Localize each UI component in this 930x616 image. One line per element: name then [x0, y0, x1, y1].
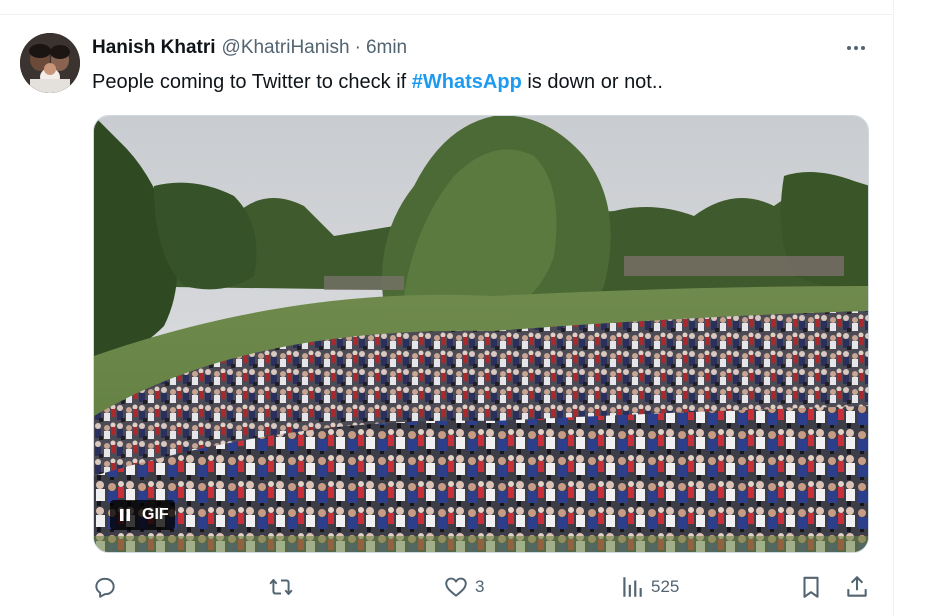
share-button[interactable]: [844, 572, 870, 602]
tweet-text-after: is down or not..: [521, 71, 663, 93]
tweet-text: People coming to Twitter to check if #Wh…: [92, 69, 663, 95]
retweet-button[interactable]: [268, 572, 300, 602]
author-handle[interactable]: @KhatriHanish: [222, 37, 350, 59]
reply-icon: [95, 577, 115, 598]
retweet-icon: [269, 578, 293, 596]
views-count: 525: [651, 577, 680, 596]
like-count: 3: [475, 577, 485, 596]
tweet-text-before: People coming to Twitter to check if: [92, 71, 412, 93]
bookmark-button[interactable]: [798, 572, 824, 602]
gif-badge: GIF: [140, 500, 175, 530]
gif-controls: GIF: [110, 500, 175, 530]
hashtag-link[interactable]: #WhatsApp: [412, 71, 522, 93]
like-icon: [445, 577, 467, 597]
reply-button[interactable]: [92, 572, 124, 602]
like-button[interactable]: 3: [443, 572, 484, 602]
views-button[interactable]: 525: [619, 572, 679, 602]
gif-frame: [94, 116, 868, 552]
more-icon: [847, 46, 865, 50]
views-icon: [623, 577, 642, 597]
avatar[interactable]: [20, 33, 80, 93]
bookmark-icon: [803, 576, 819, 598]
action-bar: 3 525: [92, 572, 874, 602]
more-options-button[interactable]: [840, 36, 872, 60]
pause-button[interactable]: [110, 500, 140, 530]
tweet-header: Hanish Khatri @KhatriHanish · 6min: [92, 36, 407, 60]
timestamp[interactable]: 6min: [366, 37, 407, 59]
separator-dot: ·: [354, 37, 361, 58]
gif-media[interactable]: GIF: [93, 115, 869, 553]
pause-icon: [120, 509, 130, 521]
share-icon: [847, 576, 867, 597]
author-name[interactable]: Hanish Khatri: [92, 37, 216, 59]
avatar-photo: [20, 33, 80, 93]
right-divider: [893, 0, 894, 616]
top-divider: [0, 14, 893, 15]
